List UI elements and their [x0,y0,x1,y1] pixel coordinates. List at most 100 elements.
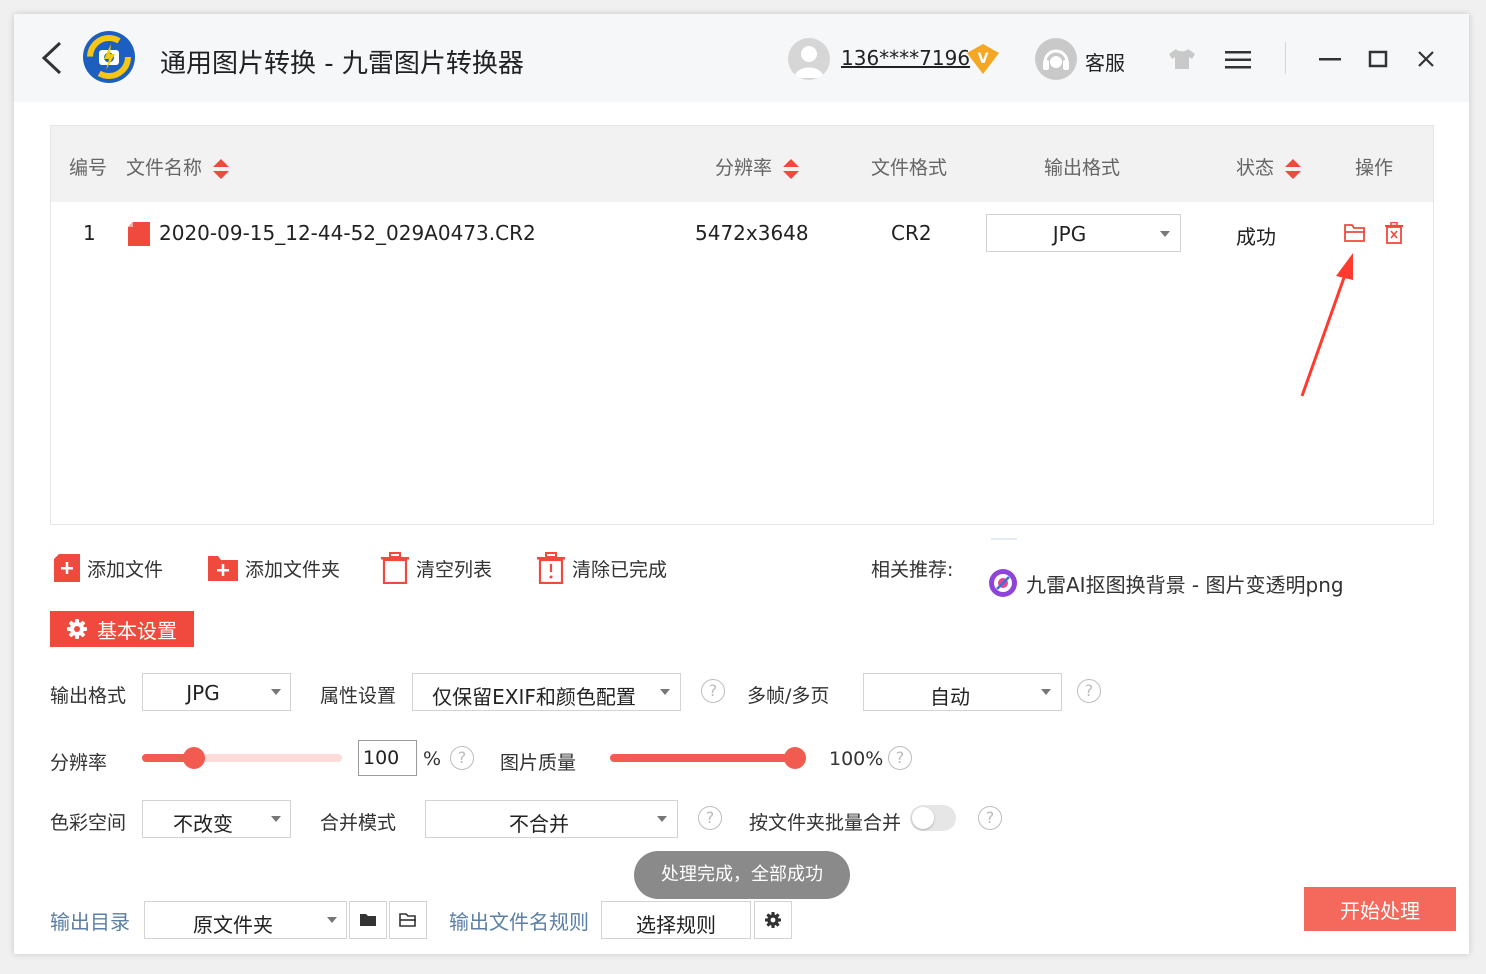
question-icon[interactable]: ? [701,679,725,703]
col-output-format: 输出格式 [1044,157,1121,179]
row-output-format-value: JPG [1052,222,1087,246]
basic-settings-button[interactable]: 基本设置 [50,611,194,647]
user-avatar[interactable] [788,38,830,80]
batch-merge-label: 按文件夹批量合并 [749,812,902,834]
annotation-arrow [1300,253,1353,397]
question-icon[interactable]: ? [888,746,912,770]
svg-text:V: V [978,51,989,67]
col-actions: 操作 [1355,157,1394,179]
chevron-down-icon [271,816,281,822]
question-icon[interactable]: ? [450,746,474,770]
color-space-select[interactable]: 不改变 [142,800,291,838]
status-toast: 处理完成，全部成功 [634,851,850,899]
basic-settings-label: 基本设置 [97,618,177,643]
add-folder-icon [208,556,238,581]
maximize-icon[interactable] [1368,49,1388,69]
col-status[interactable]: 状态 [1236,153,1302,180]
browse-folder-button[interactable] [349,901,387,939]
col-resolution-label: 分辨率 [715,157,773,179]
output-dir-select[interactable]: 原文件夹 [144,901,347,939]
vip-badge-icon[interactable]: V [966,43,1000,75]
question-icon[interactable]: ? [698,806,722,830]
chevron-left-icon[interactable] [40,40,64,76]
open-output-folder-button[interactable] [389,901,427,939]
open-folder-icon[interactable] [1344,223,1366,243]
minimize-icon[interactable] [1318,50,1342,68]
rule-settings-button[interactable] [754,901,792,939]
ai-cutout-icon [989,569,1017,597]
sort-icon[interactable] [212,158,230,180]
multiframe-value: 自动 [930,685,970,709]
clear-done-icon [537,552,565,584]
clear-list-label: 清空列表 [416,558,493,581]
multiframe-select[interactable]: 自动 [863,673,1062,711]
start-processing-button[interactable]: 开始处理 [1304,887,1456,931]
quality-slider[interactable] [610,747,806,769]
quality-value: 100% [829,748,884,770]
col-format: 文件格式 [871,157,948,179]
choose-rule-label: 选择规则 [636,913,716,937]
col-resolution[interactable]: 分辨率 [715,153,800,180]
sort-icon[interactable] [1284,158,1302,180]
col-filename-label: 文件名称 [126,157,203,179]
resolution-input[interactable]: 100 [358,740,417,776]
app-logo [83,31,135,83]
gear-icon [765,912,781,928]
row-index: 1 [83,221,96,245]
clear-done-button[interactable]: 清除已完成 [536,550,667,586]
service-avatar[interactable] [1035,38,1077,80]
sort-icon[interactable] [782,158,800,180]
skin-icon[interactable] [1168,48,1196,70]
app-window: 通用图片转换 - 九雷图片转换器 136****7196 V 客服 编号 文件名… [14,14,1469,954]
gear-icon [67,619,87,639]
clear-list-icon [381,552,409,584]
resolution-unit: % [423,748,442,770]
attribute-select[interactable]: 仅保留EXIF和颜色配置 [412,673,681,711]
question-icon[interactable]: ? [978,806,1002,830]
headset-icon [1043,49,1069,70]
close-icon[interactable] [1416,49,1436,69]
choose-rule-button[interactable]: 选择规则 [601,901,751,939]
resolution-slider-handle[interactable] [182,747,205,769]
col-filename[interactable]: 文件名称 [126,153,230,180]
menu-icon[interactable] [1225,50,1251,70]
row-status: 成功 [1236,225,1276,249]
output-dir-value: 原文件夹 [193,913,273,937]
add-folder-button[interactable]: 添加文件夹 [207,550,340,586]
row-filename: 2020-09-15_12-44-52_029A0473.CR2 [159,221,536,245]
user-name[interactable]: 136****7196 [841,46,970,70]
merge-mode-label: 合并模式 [320,812,397,834]
resolution-slider[interactable] [142,747,342,769]
question-icon[interactable]: ? [1077,679,1101,703]
output-format-select[interactable]: JPG [142,673,291,711]
output-dir-label[interactable]: 输出目录 [50,906,130,935]
add-file-button[interactable]: 添加文件 [53,550,163,586]
filename-rule-label[interactable]: 输出文件名规则 [449,906,589,935]
color-space-label: 色彩空间 [50,812,127,834]
multiframe-label: 多帧/多页 [747,685,830,707]
chevron-down-icon [1041,689,1051,695]
quality-label: 图片质量 [500,752,577,774]
file-table: 编号 文件名称 分辨率 文件格式 输出格式 状态 操作 1 2020-09-15… [50,125,1434,525]
customer-service-link[interactable]: 客服 [1085,47,1125,76]
chevron-down-icon [660,689,670,695]
output-format-value: JPG [186,681,220,705]
trash-icon[interactable] [1384,222,1404,244]
window-title: 通用图片转换 - 九雷图片转换器 [160,49,524,79]
recommend-divider [991,538,1017,540]
quality-slider-handle[interactable] [784,747,806,769]
clear-list-button[interactable]: 清空列表 [380,550,492,586]
chevron-down-icon [1160,231,1170,237]
recommend-link[interactable]: 九雷AI抠图换背景 - 图片变透明png [988,568,1344,598]
output-format-label: 输出格式 [50,685,127,707]
toggle-knob [912,807,934,829]
file-icon [128,222,150,246]
merge-mode-select[interactable]: 不合并 [425,800,678,838]
batch-merge-toggle[interactable] [910,805,956,831]
chevron-down-icon [657,816,667,822]
row-output-format-select[interactable]: JPG [986,214,1181,252]
add-file-icon [54,554,80,582]
recommend-label: 相关推荐: [871,559,954,581]
folder-icon [360,914,376,926]
add-folder-label: 添加文件夹 [245,558,341,581]
